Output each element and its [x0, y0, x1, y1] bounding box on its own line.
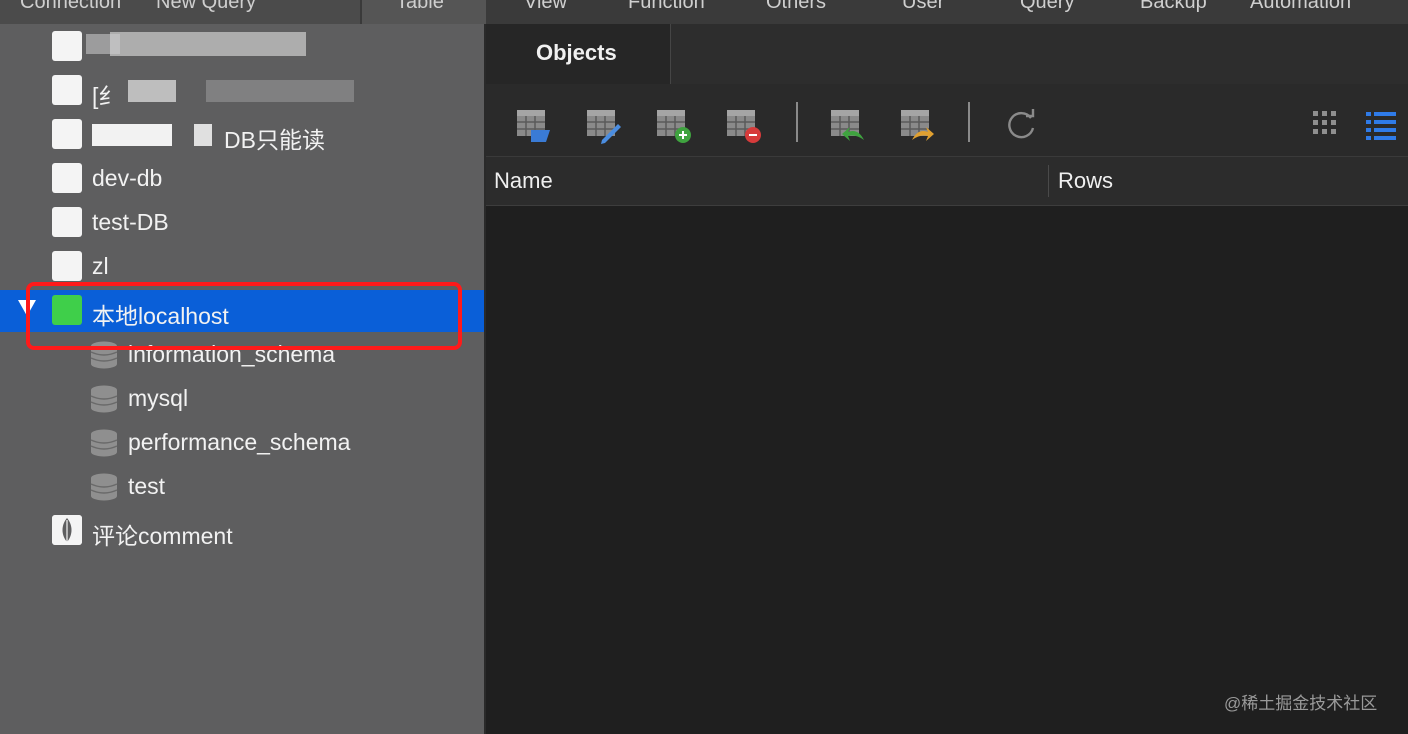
connection-item[interactable]: DB只能读	[0, 114, 484, 156]
redacted-block	[92, 124, 172, 146]
database-item[interactable]: performance_schema	[0, 422, 484, 464]
tab-objects[interactable]: Objects	[486, 24, 671, 84]
database-icon	[90, 473, 118, 501]
design-table-icon[interactable]	[584, 106, 622, 144]
mysql-icon	[52, 163, 82, 193]
toolbar-backup[interactable]: Backup	[1140, 0, 1207, 14]
database-label: test	[128, 473, 166, 499]
mysql-icon	[52, 207, 82, 237]
mysql-icon	[52, 119, 82, 149]
redacted-block	[206, 80, 354, 102]
column-header-rows[interactable]: Rows	[1058, 168, 1113, 194]
list-view-icon[interactable]	[1362, 106, 1400, 144]
objects-table-header: Name Rows	[486, 157, 1408, 206]
toolbar-query[interactable]: Query	[1020, 0, 1074, 14]
toolbar-new-query[interactable]: New Query	[156, 0, 256, 14]
redacted-block	[128, 80, 176, 102]
tab-bar: Objects	[486, 24, 1408, 84]
mysql-icon	[52, 31, 82, 61]
toolbar-view[interactable]: View	[524, 0, 567, 14]
export-wizard-icon[interactable]	[898, 106, 936, 144]
toolbar-connection[interactable]: Connection	[20, 0, 121, 14]
mongodb-leaf-icon	[52, 515, 82, 545]
refresh-icon[interactable]	[1002, 106, 1040, 144]
main-toolbar: Connection New Query Table View Function…	[0, 0, 1408, 24]
connection-label: test-DB	[92, 209, 169, 235]
tab-label: Objects	[536, 40, 617, 65]
connection-item[interactable]	[0, 26, 484, 68]
redacted-block	[110, 32, 306, 56]
objects-list[interactable]	[486, 206, 1408, 734]
toolbar-table[interactable]: Table	[396, 0, 444, 14]
objects-toolbar	[486, 84, 1408, 157]
toolbar-automation[interactable]: Automation	[1250, 0, 1351, 14]
connection-label: DB只能读	[224, 127, 325, 153]
column-header-name[interactable]: Name	[494, 168, 553, 194]
new-table-icon[interactable]	[654, 106, 692, 144]
connection-label: 评论comment	[92, 523, 233, 549]
database-label: mysql	[128, 385, 189, 411]
toolbar-function[interactable]: Function	[628, 0, 705, 14]
connection-item[interactable]: 评论comment	[0, 510, 484, 552]
mysql-icon	[52, 75, 82, 105]
mysql-icon	[52, 251, 82, 281]
delete-table-icon[interactable]	[724, 106, 762, 144]
connection-label: [纟	[92, 83, 122, 109]
toolbar-others[interactable]: Others	[766, 0, 826, 14]
import-wizard-icon[interactable]	[828, 106, 866, 144]
connection-label: zl	[92, 253, 109, 279]
grid-view-icon[interactable]	[1308, 106, 1346, 144]
database-icon	[90, 429, 118, 457]
connection-item[interactable]: test-DB	[0, 202, 484, 244]
connection-label: dev-db	[92, 165, 163, 191]
toolbar-separator	[796, 102, 798, 142]
database-item[interactable]: mysql	[0, 378, 484, 420]
highlight-annotation	[26, 282, 462, 350]
open-table-icon[interactable]	[514, 106, 552, 144]
redacted-block	[194, 124, 212, 146]
connection-item[interactable]: dev-db	[0, 158, 484, 200]
toolbar-separator	[968, 102, 970, 142]
database-icon	[90, 385, 118, 413]
watermark: @稀土掘金技术社区	[1224, 694, 1378, 713]
toolbar-user[interactable]: User	[902, 0, 944, 14]
database-item[interactable]: test	[0, 466, 484, 508]
database-label: performance_schema	[128, 429, 351, 455]
column-divider[interactable]	[1048, 165, 1049, 197]
connection-item[interactable]: [纟	[0, 70, 484, 112]
